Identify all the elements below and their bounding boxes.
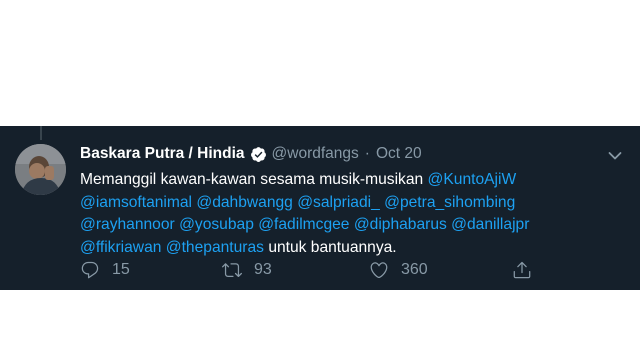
mention-link[interactable]: @ffikriawan [80,239,161,256]
mention-link[interactable]: @petra_sihombing [384,194,515,211]
tweet-actions: 15 93 360 [80,260,540,282]
mention-link[interactable]: @yosubap [179,216,254,233]
reply-button[interactable]: 15 [80,260,130,280]
like-button[interactable]: 360 [369,260,428,280]
like-count: 360 [401,261,428,278]
tweet-text-line: @rayhannoor @yosubap @fadilmcgee @diphab… [80,214,625,237]
tweet-text-line: @ffikriawan @thepanturas untuk bantuanny… [80,237,625,260]
tweet-text: Memanggil kawan-kawan sesama musik-musik… [80,169,625,259]
avatar[interactable] [15,144,66,195]
tweet-intro-text: Memanggil kawan-kawan sesama musik-musik… [80,171,424,188]
verified-badge-icon [250,146,267,163]
retweet-count: 93 [254,261,272,278]
heart-icon [370,262,388,279]
tweet-text-line: Memanggil kawan-kawan sesama musik-musik… [80,169,625,192]
chevron-down-icon[interactable] [608,148,622,160]
mention-link[interactable]: @rayhannoor [80,216,175,233]
tweet-header: Baskara Putra / Hindia @wordfangs · Oct … [80,144,422,164]
tweet-card[interactable]: Baskara Putra / Hindia @wordfangs · Oct … [0,126,640,290]
share-icon [513,261,531,279]
reply-count: 15 [112,261,130,278]
tweet-text-line: @iamsoftanimal @dahbwangg @salpriadi_ @p… [80,192,625,215]
tweet-outro-text: untuk bantuannya. [268,238,397,256]
share-button[interactable] [512,260,532,280]
author-handle[interactable]: @wordfangs [272,145,359,163]
mention-link[interactable]: @fadilmcgee [258,216,349,233]
tweet-date[interactable]: Oct 20 [376,145,422,163]
author-name[interactable]: Baskara Putra / Hindia [80,145,245,163]
mention-link[interactable]: @thepanturas [166,239,264,256]
mention-link[interactable]: @KuntoAjiW [428,171,517,188]
reply-icon [81,261,99,279]
mention-link[interactable]: @dahbwangg [196,194,292,211]
retweet-button[interactable]: 93 [222,260,272,280]
mention-link[interactable]: @salpriadi_ [297,194,380,211]
avatar-photo [15,144,66,195]
thread-connector-line [40,126,42,140]
retweet-icon [222,263,242,278]
mention-link[interactable]: @diphabarus [354,216,447,233]
header-separator: · [364,145,370,162]
mention-link[interactable]: @iamsoftanimal [80,194,192,211]
mention-link[interactable]: @danillajpr [451,216,529,233]
